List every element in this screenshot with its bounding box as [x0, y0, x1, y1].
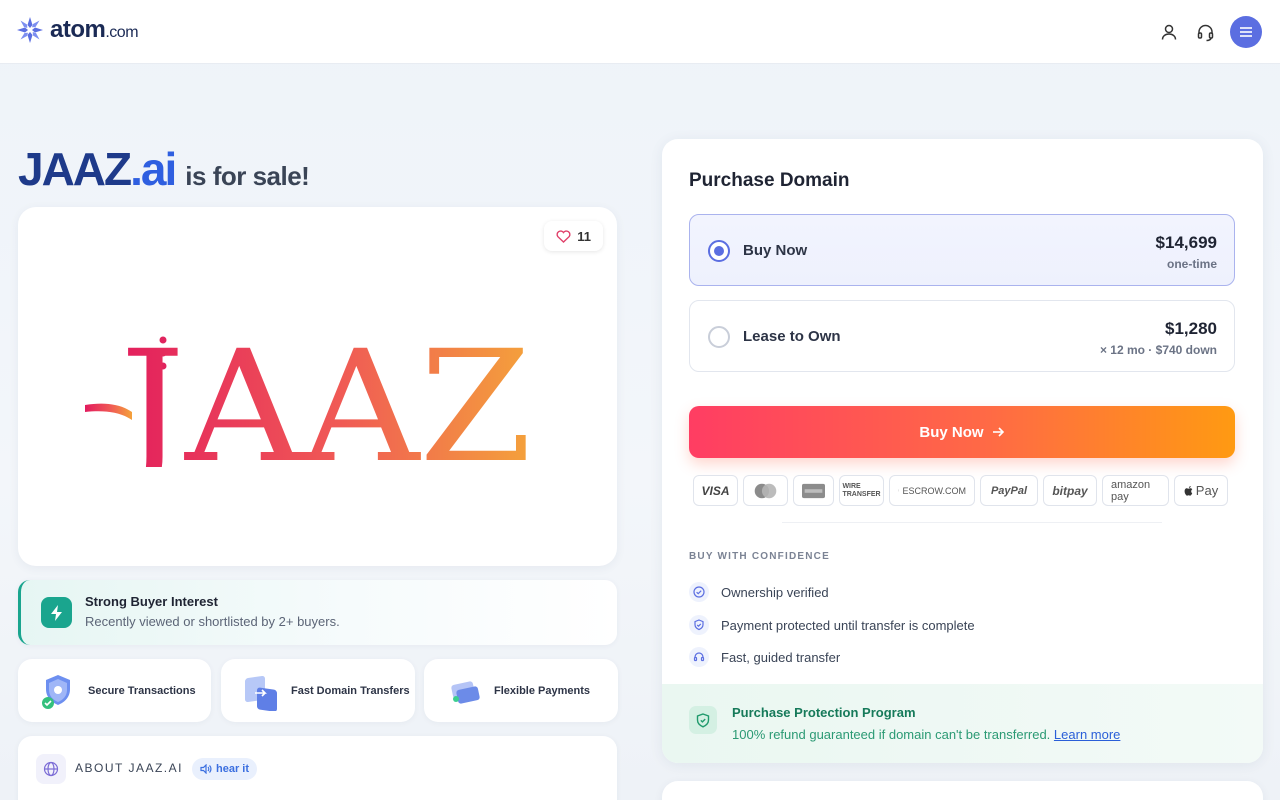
- jaaz-brand-logo: JAAZ: [85, 322, 530, 467]
- payment-methods: VISA WIRE TRANSFER ESCROW.COM PayPal bit…: [693, 475, 1228, 506]
- about-section: ABOUT JAAZ.AI hear it: [18, 736, 617, 800]
- buyer-interest-banner: Strong Buyer Interest Recently viewed or…: [18, 580, 617, 645]
- shield-check-icon: [689, 615, 709, 635]
- shield-icon: [689, 706, 717, 734]
- option-price-note: one-time: [1166, 257, 1217, 271]
- hear-it-label: hear it: [216, 763, 250, 775]
- speaker-icon: [200, 764, 212, 774]
- heart-icon: [556, 229, 571, 243]
- option-label: Lease to Own: [743, 328, 841, 345]
- cards-icon: [451, 680, 480, 704]
- shield-icon: [898, 489, 900, 492]
- feature-secure-transactions: Secure Transactions: [18, 659, 211, 722]
- for-sale-text: is for sale!: [185, 161, 310, 191]
- brand-text: JAAZ: [106, 322, 530, 467]
- buy-now-button[interactable]: Buy Now: [689, 406, 1235, 458]
- secondary-card: [662, 781, 1263, 800]
- option-lease-to-own[interactable]: Lease to Own $1,280 × 12 mo · $740 down: [689, 300, 1235, 372]
- check-circle-icon: [689, 582, 709, 602]
- confidence-title: BUY WITH CONFIDENCE: [689, 551, 830, 562]
- interest-title: Strong Buyer Interest: [85, 594, 218, 609]
- header-actions: [1158, 16, 1262, 48]
- headset-icon: [689, 647, 709, 667]
- option-price: $14,699: [1155, 233, 1217, 252]
- mastercard-logo: [743, 475, 788, 506]
- protection-text: 100% refund guaranteed if domain can't b…: [732, 727, 1121, 742]
- menu-button[interactable]: [1230, 16, 1262, 48]
- radio-unselected[interactable]: [708, 326, 730, 348]
- domain-logo-card: 11 JAAZ: [18, 207, 617, 566]
- shield-check-icon: [42, 674, 70, 709]
- lightning-icon: [41, 597, 72, 628]
- amazon-pay-logo: amazon pay: [1102, 475, 1169, 506]
- menu-icon: [1240, 27, 1252, 37]
- amex-logo: [793, 475, 834, 506]
- confidence-item: Ownership verified: [689, 582, 829, 602]
- confidence-item: Payment protected until transfer is comp…: [689, 615, 975, 635]
- wire-transfer-logo: WIRE TRANSFER: [839, 475, 884, 506]
- escrow-logo: ESCROW.COM: [889, 475, 975, 506]
- option-label: Buy Now: [743, 242, 808, 259]
- user-icon[interactable]: [1158, 21, 1180, 43]
- transfer-icon: [245, 675, 277, 711]
- radio-selected[interactable]: [708, 240, 730, 262]
- globe-icon: [36, 754, 66, 784]
- headset-icon[interactable]: [1194, 21, 1216, 43]
- feature-fast-transfers: Fast Domain Transfers: [221, 659, 415, 722]
- confidence-item: Fast, guided transfer: [689, 647, 840, 667]
- feature-flexible-payments: Flexible Payments: [424, 659, 618, 722]
- purchase-panel: Purchase Domain Buy Now $14,699 one-time…: [662, 139, 1263, 763]
- learn-more-link[interactable]: Learn more: [1054, 727, 1120, 742]
- hear-it-button[interactable]: hear it: [192, 758, 258, 780]
- favorite-count: 11: [577, 228, 591, 244]
- logo-wordmark: atom.com: [50, 16, 139, 43]
- apple-pay-logo: Pay: [1174, 475, 1228, 506]
- about-title: ABOUT JAAZ.AI: [75, 761, 183, 775]
- interest-subtitle: Recently viewed or shortlisted by 2+ buy…: [85, 614, 340, 629]
- page-title: JAAZ.ai is for sale!: [18, 142, 310, 196]
- bitpay-logo: bitpay: [1043, 475, 1097, 506]
- option-buy-now[interactable]: Buy Now $14,699 one-time: [689, 214, 1235, 286]
- atom-logo[interactable]: atom.com: [16, 16, 139, 44]
- feature-label: Secure Transactions: [88, 684, 196, 697]
- favorite-button[interactable]: 11: [544, 221, 603, 251]
- divider: [782, 522, 1162, 523]
- buy-now-label: Buy Now: [919, 423, 984, 441]
- option-price-note: × 12 mo · $740 down: [1099, 343, 1217, 357]
- top-navigation-bar: atom.com: [0, 0, 1280, 64]
- feature-label: Flexible Payments: [494, 684, 590, 697]
- feature-label: Fast Domain Transfers: [291, 684, 410, 697]
- arrow-right-icon: [992, 427, 1004, 437]
- protection-title: Purchase Protection Program: [732, 705, 916, 720]
- visa-logo: VISA: [693, 475, 738, 506]
- apple-icon: [1184, 485, 1193, 496]
- purchase-title: Purchase Domain: [689, 170, 850, 191]
- domain-title: JAAZ.ai: [18, 143, 177, 195]
- paypal-logo: PayPal: [980, 475, 1038, 506]
- purchase-protection-banner: Purchase Protection Program 100% refund …: [662, 684, 1263, 763]
- option-price: $1,280: [1165, 319, 1217, 338]
- atom-star-icon: [17, 17, 43, 43]
